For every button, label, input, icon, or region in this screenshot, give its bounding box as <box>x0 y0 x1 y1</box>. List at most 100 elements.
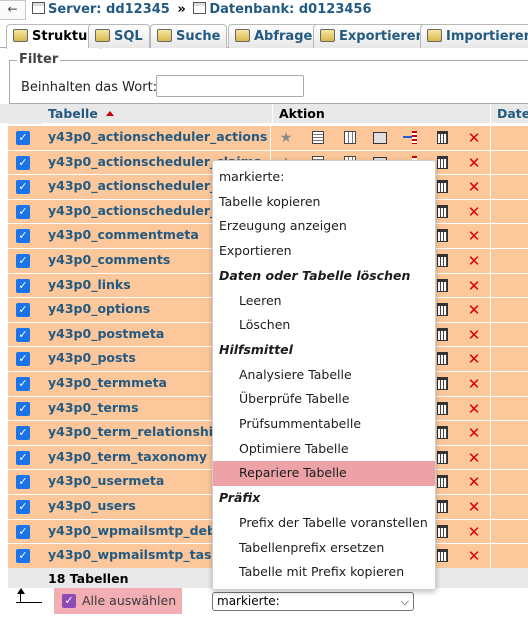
tab-export[interactable]: Exportieren <box>313 24 432 48</box>
row-checkbox[interactable]: ✓ <box>16 327 30 342</box>
menu-item-l-schen[interactable]: Löschen <box>213 313 435 338</box>
row-checkbox[interactable]: ✓ <box>16 204 30 219</box>
database-icon <box>193 2 207 14</box>
empty-table-icon[interactable] <box>432 128 452 148</box>
menu-item-pr-fsummentabelle[interactable]: Prüfsummentabelle <box>213 412 435 437</box>
menu-item-exportieren[interactable]: Exportieren <box>213 239 435 264</box>
breadcrumb-separator: » <box>177 2 186 17</box>
menu-item-erzeugung-anzeigen[interactable]: Erzeugung anzeigen <box>213 214 435 239</box>
favorite-star-icon[interactable]: ★ <box>276 128 296 148</box>
drop-table-icon[interactable]: ✕ <box>464 448 484 468</box>
row-checkbox[interactable]: ✓ <box>16 229 30 244</box>
drop-table-icon[interactable]: ✕ <box>464 497 484 517</box>
chevron-down-icon: ⌵ <box>400 595 409 608</box>
drop-table-icon[interactable]: ✕ <box>464 300 484 320</box>
breadcrumb: Server: dd12345 » Datenbank: d0123456 <box>32 2 372 17</box>
menu-item-markierte[interactable]: markierte: <box>213 165 435 190</box>
row-checkbox[interactable]: ✓ <box>16 500 30 514</box>
drop-table-icon[interactable]: ✕ <box>464 226 484 246</box>
row-checkbox[interactable]: ✓ <box>16 377 30 391</box>
table-count: 18 Tabellen <box>48 571 129 587</box>
structure-icon[interactable] <box>340 128 360 148</box>
menu-group-hilfsmittel: Hilfsmittel <box>219 341 293 357</box>
header-action: Aktion <box>272 104 490 124</box>
drop-table-icon[interactable]: ✕ <box>464 325 484 345</box>
server-icon <box>32 2 45 14</box>
drop-table-icon[interactable]: ✕ <box>464 472 484 492</box>
nav-back-button[interactable]: ← <box>0 0 26 20</box>
top-bar: ← Server: dd12345 » Datenbank: d0123456 <box>0 0 528 22</box>
menu-item-leeren[interactable]: Leeren <box>213 289 435 314</box>
row-checkbox[interactable]: ✓ <box>16 303 30 318</box>
row-checkbox[interactable]: ✓ <box>16 426 30 441</box>
row-checkbox[interactable]: ✓ <box>16 549 30 564</box>
row-checkbox[interactable]: ✓ <box>16 254 30 268</box>
tab-sql[interactable]: SQL <box>88 24 150 48</box>
query-icon <box>235 29 250 42</box>
tab-label: Exportieren <box>339 29 425 44</box>
row-checkbox[interactable]: ✓ <box>16 352 30 367</box>
row-checkbox[interactable]: ✓ <box>16 131 30 145</box>
header-data[interactable]: Daten <box>490 104 528 124</box>
sql-icon <box>95 29 110 42</box>
drop-table-icon[interactable]: ✕ <box>464 202 484 222</box>
menu-item-repariere-tabelle[interactable]: Repariere Tabelle <box>213 461 435 487</box>
drop-table-icon[interactable]: ✕ <box>464 349 484 369</box>
row-checkbox[interactable]: ✓ <box>16 401 30 416</box>
tab-bar: Struktur SQL Suche Abfrage Exportieren I… <box>0 24 528 49</box>
tab-import[interactable]: Importieren <box>420 24 528 48</box>
row-checkbox[interactable]: ✓ <box>16 155 30 170</box>
structure-icon <box>13 29 28 42</box>
checkmark-icon: ✓ <box>62 594 76 608</box>
select-all-checkbox[interactable]: ✓ Alle auswählen <box>54 588 182 614</box>
menu-item-analysiere-tabelle[interactable]: Analysiere Tabelle <box>213 363 435 388</box>
row-checkbox[interactable]: ✓ <box>16 180 30 195</box>
browse-icon[interactable] <box>308 128 328 148</box>
search-table-icon[interactable] <box>370 128 390 148</box>
filter-label: Beinhalten das Wort: <box>21 80 158 95</box>
row-checkbox[interactable]: ✓ <box>16 475 30 490</box>
drop-table-icon[interactable]: ✕ <box>464 522 484 542</box>
tab-search[interactable]: Suche <box>150 24 228 48</box>
tab-label: Struktur <box>32 29 94 44</box>
menu-item-tabellenprefix-ersetzen[interactable]: Tabellenprefix ersetzen <box>213 536 435 561</box>
up-arrow-icon <box>14 588 44 610</box>
sort-ascending-icon <box>105 111 114 116</box>
drop-table-icon[interactable]: ✕ <box>464 177 484 197</box>
breadcrumb-server-link[interactable]: Server: dd12345 <box>48 2 170 17</box>
insert-icon[interactable] <box>400 128 420 148</box>
menu-item-tabelle-kopieren[interactable]: Tabelle kopieren <box>213 190 435 215</box>
drop-table-icon[interactable]: ✕ <box>464 546 484 566</box>
menu-item-berpr-fe-tabelle[interactable]: Überprüfe Tabelle <box>213 387 435 412</box>
drop-table-icon[interactable]: ✕ <box>464 399 484 419</box>
menu-group-daten-oder-tabelle-l-schen: Daten oder Tabelle löschen <box>219 267 411 283</box>
table-header: Tabelle Aktion Daten <box>0 104 528 124</box>
header-table-name[interactable]: Tabelle <box>42 104 270 124</box>
bulk-action-value: markierte: <box>217 594 280 608</box>
tab-label: Abfrage <box>254 29 313 44</box>
tab-query[interactable]: Abfrage <box>228 24 320 48</box>
header-checkbox-cell <box>8 104 42 124</box>
drop-table-icon[interactable]: ✕ <box>464 423 484 443</box>
export-icon <box>320 29 335 42</box>
table-name-link[interactable]: y43p0_actionscheduler_actions <box>48 129 272 144</box>
drop-table-icon[interactable]: ✕ <box>464 251 484 271</box>
menu-item-tabelle-mit-prefix-kopieren[interactable]: Tabelle mit Prefix kopieren <box>213 560 435 585</box>
header-table-name-label: Tabelle <box>48 106 98 121</box>
menu-item-prefix-der-tabelle-voranstellen[interactable]: Prefix der Tabelle voranstellen <box>213 511 435 536</box>
drop-table-icon[interactable]: ✕ <box>464 374 484 394</box>
filter-input[interactable] <box>156 75 304 97</box>
drop-table-icon[interactable]: ✕ <box>464 128 484 148</box>
drop-table-icon[interactable]: ✕ <box>464 276 484 296</box>
row-checkbox[interactable]: ✓ <box>16 524 30 539</box>
row-checkbox[interactable]: ✓ <box>16 278 30 293</box>
menu-item-optimiere-tabelle[interactable]: Optimiere Tabelle <box>213 437 435 462</box>
breadcrumb-database-link[interactable]: Datenbank: d0123456 <box>209 2 371 17</box>
tab-structure[interactable]: Struktur <box>6 24 101 49</box>
tab-label: Importieren <box>446 29 528 44</box>
filter-fieldset: Filter Beinhalten das Wort: <box>9 52 528 104</box>
bulk-action-select[interactable]: markierte: ⌵ <box>212 592 414 611</box>
drop-table-icon[interactable]: ✕ <box>464 153 484 173</box>
tab-label: Suche <box>176 29 221 44</box>
row-checkbox[interactable]: ✓ <box>16 450 30 465</box>
